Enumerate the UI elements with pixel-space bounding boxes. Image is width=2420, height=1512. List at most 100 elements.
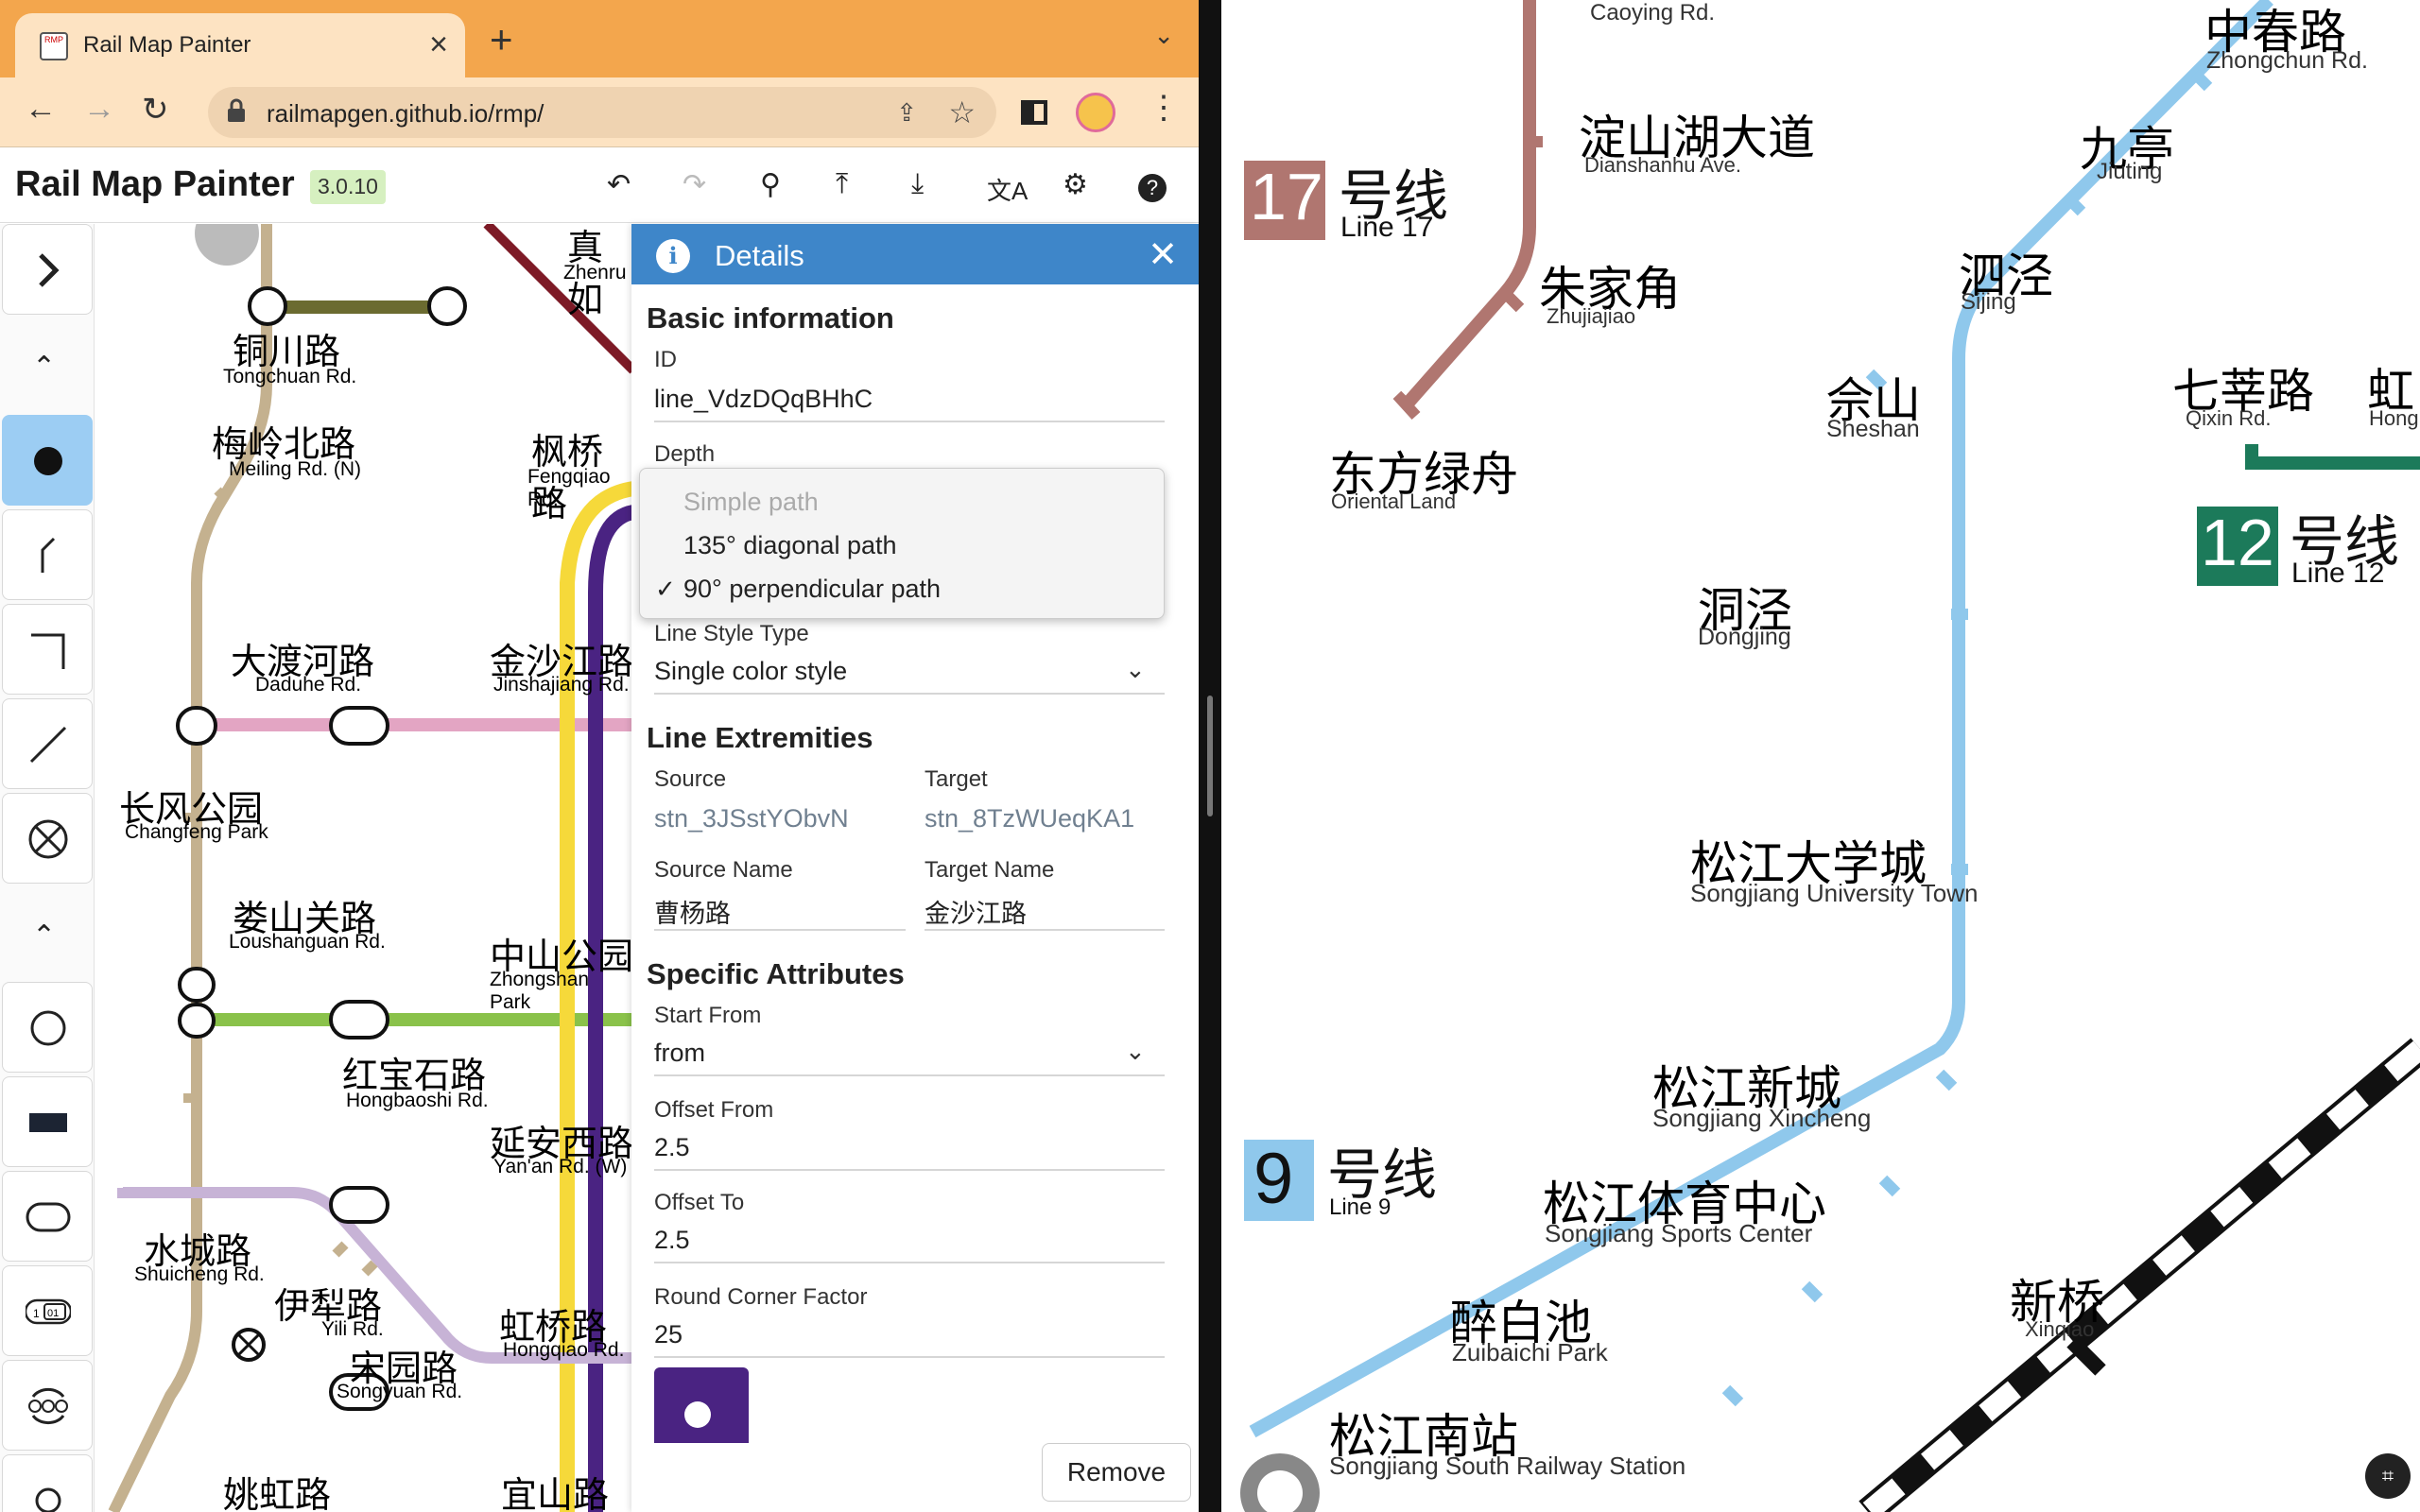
path-type-dropdown[interactable]: Simple path 135° diagonal path ✓ 90° per… [639, 468, 1165, 619]
straight-line-icon [29, 726, 67, 764]
redo-icon[interactable]: ↷ [683, 168, 706, 201]
offset-from-input[interactable]: 2.5 [654, 1133, 690, 1162]
download-icon[interactable]: ⤓ [911, 168, 924, 200]
forward-arrow-icon[interactable]: → [83, 91, 115, 128]
pill-node-tool-button[interactable] [2, 1171, 93, 1262]
new-tab-icon[interactable]: + [490, 17, 513, 62]
close-tab-icon[interactable]: × [429, 26, 448, 63]
station-name-en: Zhujiajiao [1547, 304, 1636, 328]
tool-sidebar: ⌃ ⌃ 1 01 [0, 224, 95, 1512]
refresh-badge-tool-button[interactable] [2, 1360, 93, 1451]
more-menu-icon[interactable]: ⋮ [1148, 89, 1180, 127]
circle-node-tool-button[interactable] [2, 982, 93, 1073]
close-icon[interactable]: ✕ [1148, 233, 1178, 276]
station-name-en: Dianshanhu Ave. [1584, 153, 1741, 177]
expand-sidebar-button[interactable] [2, 224, 93, 315]
station-marker [178, 1003, 216, 1039]
share-icon[interactable]: ⇪ [896, 98, 917, 128]
station-name-en: Songjiang University Town [1690, 879, 1979, 907]
badge-en: Line 9 [1329, 1194, 1392, 1220]
upload-icon[interactable]: ⤒ [836, 168, 848, 200]
source-label: Source [654, 766, 727, 792]
hollow-circle-icon [30, 1010, 66, 1046]
details-panel: i Details ✕ Basic information ID line_Vd… [631, 224, 1199, 1512]
line-badge-icon: 1 01 [26, 1298, 71, 1325]
station-name-en: Shuicheng Rd. [134, 1263, 265, 1285]
source-name-label: Source Name [654, 857, 793, 883]
svg-text:01: 01 [47, 1308, 59, 1319]
svg-text:1: 1 [33, 1307, 40, 1320]
dropdown-option-perpendicular[interactable]: 90° perpendicular path [683, 575, 941, 604]
side-panel-icon[interactable] [1021, 100, 1047, 125]
undo-icon[interactable]: ↶ [607, 168, 631, 201]
perpendicular-line-tool-button[interactable] [2, 604, 93, 695]
station-marker [178, 967, 216, 1003]
right-map-view: 17 号线 Line 17 12 号线 Line 12 9 号线 Line 9 … [1221, 0, 2420, 1512]
color-dot [684, 1401, 711, 1428]
lock-icon [228, 98, 245, 122]
offset-to-input[interactable]: 2.5 [654, 1226, 690, 1255]
simple-line-tool-button[interactable] [2, 698, 93, 789]
id-value[interactable]: line_VdzDQqBHhC [654, 385, 873, 414]
dropdown-option-simple[interactable]: Simple path [683, 488, 819, 517]
station-name-en: Caoying Rd. [1590, 0, 1716, 26]
crossed-circle-icon [28, 819, 68, 859]
map-canvas[interactable]: 铜川路 Tongchuan Rd. 真如 Zhenru 梅岭北路 Meiling… [95, 224, 633, 1512]
line-style-underline [654, 693, 1165, 695]
more-tool-button[interactable] [2, 1454, 93, 1512]
round-corner-label: Round Corner Factor [654, 1284, 868, 1310]
help-icon[interactable]: ? [1138, 174, 1167, 202]
dropdown-option-diagonal[interactable]: 135° diagonal path [683, 531, 897, 560]
version-badge: 3.0.10 [310, 170, 386, 204]
profile-avatar[interactable] [1076, 93, 1115, 132]
station-name-en: Oriental Land [1331, 490, 1457, 513]
line-style-select[interactable]: Single color style [654, 657, 847, 686]
small-circle-icon [35, 1487, 61, 1512]
translate-icon[interactable]: 文A [987, 172, 1028, 207]
interchange-tool-button[interactable] [2, 793, 93, 884]
offset-to-label: Offset To [654, 1190, 745, 1215]
target-name-value: 金沙江路 [925, 900, 1027, 929]
browser-tab[interactable]: RMP Rail Map Painter × [15, 13, 465, 77]
diagonal-line-tool-button[interactable] [2, 509, 93, 600]
tab-search-chevron-icon[interactable]: ⌄ [1153, 21, 1174, 50]
back-arrow-icon[interactable]: ← [25, 91, 57, 128]
rmp-favicon-icon: RMP [40, 32, 68, 60]
reload-icon[interactable]: ↻ [142, 91, 169, 129]
station-name-en: Zuibaichi Park [1452, 1338, 1608, 1366]
extremities-heading: Line Extremities [647, 721, 873, 754]
collapse-stations-chevron-icon[interactable]: ⌃ [32, 351, 56, 384]
station-name-en: Hongqiao Rd. [503, 1339, 625, 1361]
round-corner-input[interactable]: 25 [654, 1320, 683, 1349]
remove-button[interactable]: Remove [1042, 1443, 1191, 1502]
split-divider[interactable] [1199, 0, 1221, 1512]
settings-gear-icon[interactable]: ⚙ [1063, 168, 1088, 201]
id-label: ID [654, 347, 677, 372]
bookmark-star-icon[interactable]: ☆ [948, 94, 976, 130]
station-name-en: Tongchuan Rd. [223, 366, 357, 387]
rounded-rect-icon [26, 1202, 71, 1232]
target-name-underline [925, 929, 1165, 931]
diagonal-path-icon [41, 537, 56, 573]
station-name-en: Fengqiao Rd. [527, 466, 611, 510]
station-name-en: Dongjing [1698, 624, 1791, 650]
station-name-en: Sheshan [1826, 416, 1920, 442]
zoom-icon[interactable]: ⚲ [760, 168, 781, 201]
chevron-down-icon[interactable]: ⌄ [1125, 1037, 1146, 1066]
divider-grip[interactable] [1207, 696, 1213, 816]
collapse-misc-chevron-icon[interactable]: ⌃ [32, 919, 56, 953]
details-title: Details [715, 239, 804, 272]
color-picker-button[interactable] [654, 1367, 749, 1443]
depth-label: Depth [654, 441, 716, 467]
cycle-arrows-icon [28, 1387, 68, 1425]
station-name-en: Sijing [1961, 289, 2016, 315]
station-name-en: Qixin Rd. [2186, 406, 2272, 430]
address-bar[interactable]: railmapgen.github.io/rmp/ ⇪ ☆ [208, 87, 996, 138]
station-tool-button[interactable] [2, 415, 93, 506]
start-from-select[interactable]: from [654, 1039, 705, 1068]
start-from-underline [654, 1074, 1165, 1076]
rect-node-tool-button[interactable] [2, 1076, 93, 1167]
screenshot-scan-icon[interactable]: ⌗ [2365, 1453, 2411, 1499]
line-badge-tool-button[interactable]: 1 01 [2, 1265, 93, 1356]
chevron-down-icon[interactable]: ⌄ [1125, 655, 1146, 684]
